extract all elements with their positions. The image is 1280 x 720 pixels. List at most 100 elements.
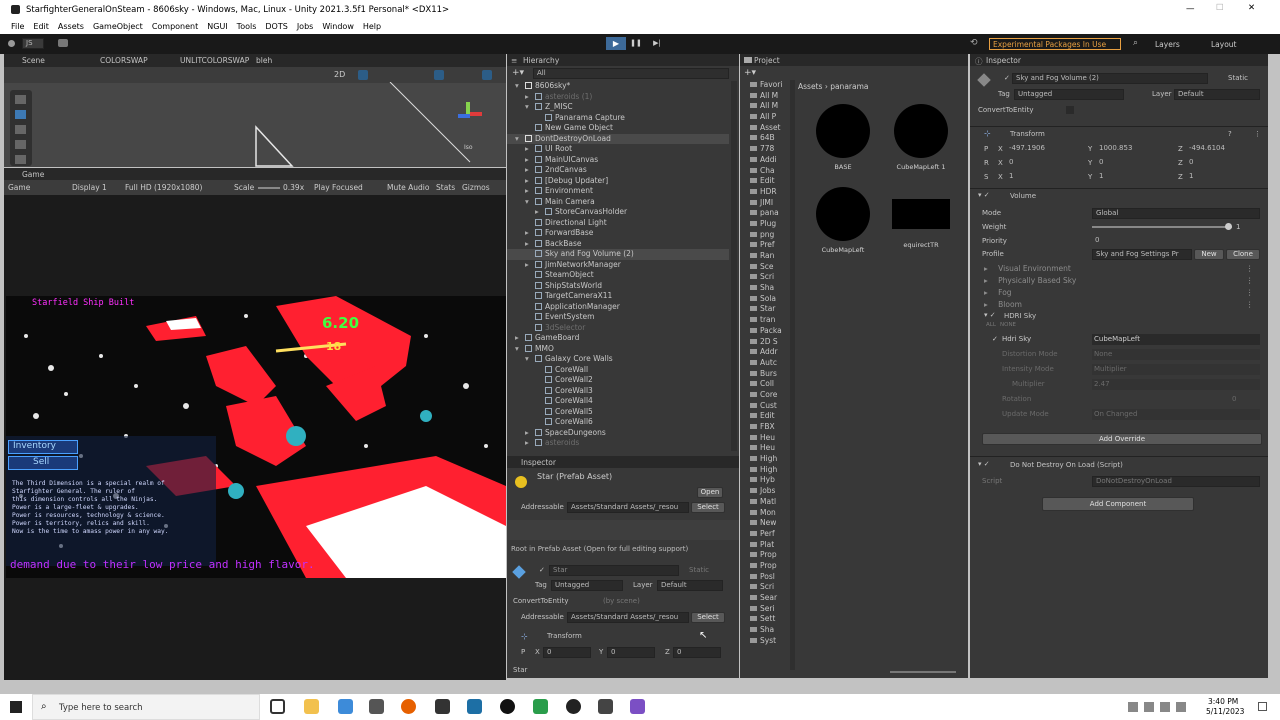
menu-item-help[interactable]: Help (363, 22, 381, 31)
project-folder-item[interactable]: New (742, 518, 792, 529)
address-field-2[interactable]: Assets/Standard Assets/_resou (567, 612, 689, 623)
override-menu-icon[interactable]: ⋮ (1246, 288, 1254, 299)
project-folder-item[interactable]: Sear (742, 593, 792, 604)
hierarchy-item[interactable]: ApplicationManager (507, 302, 729, 313)
component-help-icon[interactable]: ? (1228, 130, 1232, 138)
project-folder-item[interactable]: Mon (742, 508, 792, 519)
address-field-1[interactable]: Assets/Standard Assets/_resou (567, 502, 689, 513)
project-folder-item[interactable]: Cha (742, 166, 792, 177)
active-checkbox[interactable]: ✓ (539, 566, 545, 574)
hierarchy-item[interactable]: CoreWall3 (507, 386, 729, 397)
position-x-field[interactable]: -497.1906 (1006, 144, 1082, 155)
hdri-property-value[interactable]: CubeMapLeft (1092, 334, 1260, 345)
account-dropdown[interactable]: JS (22, 38, 44, 49)
clock-date[interactable]: 5/11/2023 (1206, 707, 1244, 716)
addressable-checkbox-1[interactable]: Addressable (521, 503, 564, 511)
app-icon-4[interactable] (500, 699, 515, 714)
profile-field[interactable]: Sky and Fog Settings Pr (1092, 249, 1192, 260)
project-folder-item[interactable]: Ran (742, 251, 792, 262)
app-icon-1[interactable] (338, 699, 353, 714)
project-folder-item[interactable]: FBX (742, 422, 792, 433)
project-folder-item[interactable]: HDR (742, 187, 792, 198)
mode-dropdown[interactable]: Global (1092, 208, 1260, 219)
tab-bleh[interactable]: bleh (256, 56, 272, 65)
project-folder-item[interactable]: Sett (742, 614, 792, 625)
weight-slider[interactable] (1092, 223, 1232, 230)
scale-slider[interactable] (258, 187, 280, 189)
system-tray-icons[interactable] (1128, 702, 1200, 712)
unity-icon[interactable] (598, 699, 613, 714)
priority-field[interactable]: 0 (1092, 236, 1260, 247)
project-folder-item[interactable]: Star (742, 304, 792, 315)
firefox-icon[interactable] (401, 699, 416, 714)
fx-toggle-icon[interactable] (434, 70, 444, 80)
project-folder-item[interactable]: Core (742, 390, 792, 401)
menu-item-window[interactable]: Window (322, 22, 354, 31)
project-folder-item[interactable]: Cust (742, 401, 792, 412)
override-expand-icon[interactable]: ▸ (984, 288, 990, 297)
hdri-property-value[interactable]: 2.47 (1092, 379, 1260, 390)
project-folder-item[interactable]: Sola (742, 294, 792, 305)
tab-hierarchy[interactable]: Hierarchy (523, 56, 559, 65)
asset-tile[interactable]: equirectTR (892, 187, 950, 249)
scale-z-field[interactable]: 1 (1186, 172, 1262, 183)
hierarchy-item[interactable]: ▸ 2ndCanvas (507, 165, 729, 176)
expand-arrow-icon[interactable]: ▾ (515, 344, 525, 355)
expand-arrow-icon[interactable]: ▸ (525, 92, 535, 103)
expand-arrow-icon[interactable]: ▸ (525, 428, 535, 439)
project-folder-item[interactable]: All M (742, 91, 792, 102)
tab-inspector-small[interactable]: Inspector (521, 458, 556, 467)
hierarchy-item[interactable]: SteamObject (507, 270, 729, 281)
breadcrumb-assets[interactable]: Assets (798, 82, 822, 91)
project-folder-item[interactable]: png (742, 230, 792, 241)
project-folder-item[interactable]: Hyb (742, 475, 792, 486)
search-icon[interactable]: ⌕ (1133, 38, 1138, 48)
project-folder-item[interactable]: 2D S (742, 337, 792, 348)
transform-header[interactable]: Transform (1010, 130, 1045, 138)
asset-tile[interactable]: CubeMapLeft (814, 187, 872, 254)
expand-arrow-icon[interactable]: ▸ (525, 186, 535, 197)
project-folder-item[interactable]: Plat (742, 540, 792, 551)
position-y-field[interactable]: 1000.853 (1096, 144, 1172, 155)
project-folder-item[interactable]: Scri (742, 582, 792, 593)
project-zoom-slider[interactable] (890, 671, 956, 673)
tab-colorswap[interactable]: COLORSWAP (100, 56, 148, 65)
expand-arrow-icon[interactable]: ▾ (515, 134, 525, 145)
asset-tile[interactable]: CubeMapLeft 1 (892, 104, 950, 171)
scale-y-field[interactable]: 1 (1096, 172, 1172, 183)
step-button[interactable]: ▶| (648, 37, 666, 50)
menu-item-file[interactable]: File (11, 22, 24, 31)
hierarchy-item[interactable]: CoreWall4 (507, 396, 729, 407)
stats-toggle[interactable]: Stats (436, 183, 455, 192)
static-toggle[interactable]: Static (1228, 74, 1248, 82)
hdri-property-value[interactable]: None (1092, 349, 1260, 360)
add-component-button[interactable]: Add Component (1042, 497, 1194, 511)
hierarchy-item[interactable]: ▾ Z_MISC (507, 102, 729, 113)
tab-game[interactable]: Game (22, 170, 44, 179)
project-folder-item[interactable]: Favori (742, 80, 792, 91)
menu-item-tools[interactable]: Tools (237, 22, 257, 31)
project-folder-item[interactable]: High (742, 454, 792, 465)
hierarchy-item[interactable]: ▾ Galaxy Core Walls (507, 354, 729, 365)
file-explorer-icon[interactable] (304, 699, 319, 714)
expand-arrow-icon[interactable]: ▸ (525, 155, 535, 166)
dontdestroy-header[interactable]: Do Not Destroy On Load (Script) (1010, 461, 1123, 469)
hierarchy-scrollbar[interactable] (731, 81, 737, 451)
expand-arrow-icon[interactable]: ▾ (515, 81, 525, 92)
hierarchy-item[interactable]: ▸ Environment (507, 186, 729, 197)
hierarchy-item[interactable]: ▸ UI Root (507, 144, 729, 155)
hierarchy-item[interactable]: ▸ [Debug Updater] (507, 176, 729, 187)
project-folder-item[interactable]: Edit (742, 411, 792, 422)
gizmos-toggle-icon[interactable] (482, 70, 492, 80)
project-folder-item[interactable]: Sha (742, 625, 792, 636)
app-icon-6[interactable] (566, 699, 581, 714)
project-folder-item[interactable]: Syst (742, 636, 792, 647)
expand-arrow-icon[interactable]: ▾ (525, 354, 535, 365)
hdri-sky-header[interactable]: HDRI Sky (1004, 312, 1036, 320)
object-name-field[interactable]: Star (549, 565, 679, 576)
notification-icon[interactable] (1258, 702, 1267, 711)
maximize-button[interactable]: ☐ (1216, 3, 1224, 13)
project-folder-item[interactable]: Perf (742, 529, 792, 540)
project-folder-item[interactable]: Sha (742, 283, 792, 294)
add-object-button[interactable]: +▾ (512, 68, 524, 78)
